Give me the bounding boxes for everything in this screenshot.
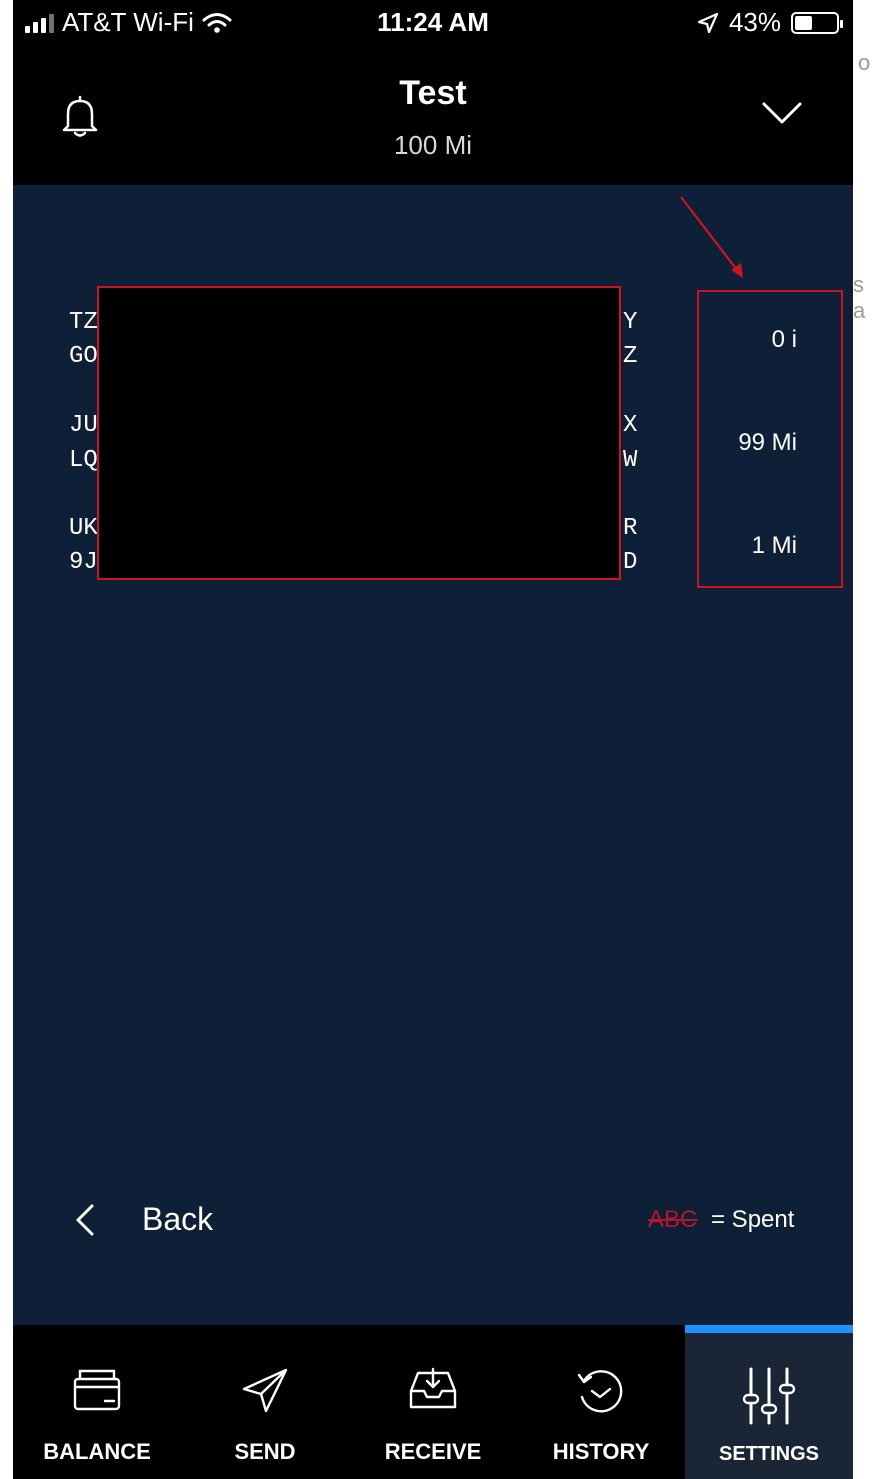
address-row-3-left-bottom: 9J (69, 549, 98, 576)
wallet-balance: 100 Mi (393, 130, 473, 160)
paper-plane-icon (242, 1368, 288, 1413)
status-bar: AT&T Wi-Fi 11:24 AM 43% (13, 0, 853, 46)
address-row-1-right-top: Y (623, 309, 638, 336)
amount-row-2: 99 Mi (738, 429, 797, 456)
tab-balance-label: BALANCE (43, 1439, 151, 1464)
tab-history[interactable]: HISTORY (517, 1325, 685, 1479)
tab-send-label: SEND (234, 1439, 296, 1464)
footer-row: Back ABC = Spent (13, 1195, 853, 1245)
tab-receive-label: RECEIVE (384, 1439, 482, 1464)
wallet-icon (73, 1369, 121, 1411)
chevron-down-icon[interactable] (761, 100, 803, 131)
back-label[interactable]: Back (142, 1201, 213, 1238)
header: Test 100 Mi (13, 46, 853, 185)
inbox-download-icon (409, 1367, 457, 1409)
battery-icon (791, 11, 843, 34)
tab-settings[interactable]: SETTINGS (685, 1325, 853, 1479)
address-row-3-right-bottom: D (623, 549, 638, 576)
amount-row-3: 1 Mi (751, 532, 797, 559)
active-tab-indicator (685, 1325, 853, 1333)
phone-screen: AT&T Wi-Fi 11:24 AM 43% Test 100 Mi TZ G… (13, 0, 853, 1479)
address-row-3-right-top: R (623, 515, 638, 542)
battery-fill (795, 15, 812, 30)
clock-history-icon (577, 1370, 623, 1413)
status-right: 43% (697, 7, 843, 38)
redacted-addresses (97, 286, 621, 580)
tab-settings-label: SETTINGS (718, 1443, 819, 1465)
address-row-1-left-bottom: GO (69, 343, 98, 370)
amount-row-1: 0 i (771, 326, 797, 353)
legend-spent-text: = Spent (711, 1206, 795, 1233)
address-row-2-left-top: JU (69, 412, 98, 439)
wallet-title: Test (399, 74, 467, 112)
battery-cap (840, 19, 843, 28)
annotation-arrow (680, 196, 743, 278)
legend-spent-sample: ABC (648, 1206, 698, 1233)
battery-percent: 43% (728, 7, 781, 37)
tab-balance[interactable]: BALANCE (13, 1325, 181, 1479)
tab-send[interactable]: SEND (181, 1325, 349, 1479)
tab-bar: BALANCE SEND RECEIVE HISTORY SETTINGS (13, 1325, 853, 1479)
address-row-2-right-bottom: W (623, 447, 638, 474)
address-row-1-right-bottom: Z (623, 343, 638, 370)
tab-receive[interactable]: RECEIVE (349, 1325, 517, 1479)
background-artifact: o (858, 50, 871, 75)
address-row-1-left-top: TZ (69, 309, 98, 336)
location-arrow-icon (697, 12, 719, 33)
address-row-2-right-top: X (623, 412, 638, 439)
sliders-icon (742, 1367, 796, 1425)
address-row-3-left-top: UK (69, 515, 98, 542)
chevron-left-icon (76, 1204, 94, 1236)
address-row-2-left-bottom: LQ (69, 447, 98, 474)
tab-history-label: HISTORY (552, 1439, 650, 1464)
background-artifact: s a (853, 272, 866, 323)
